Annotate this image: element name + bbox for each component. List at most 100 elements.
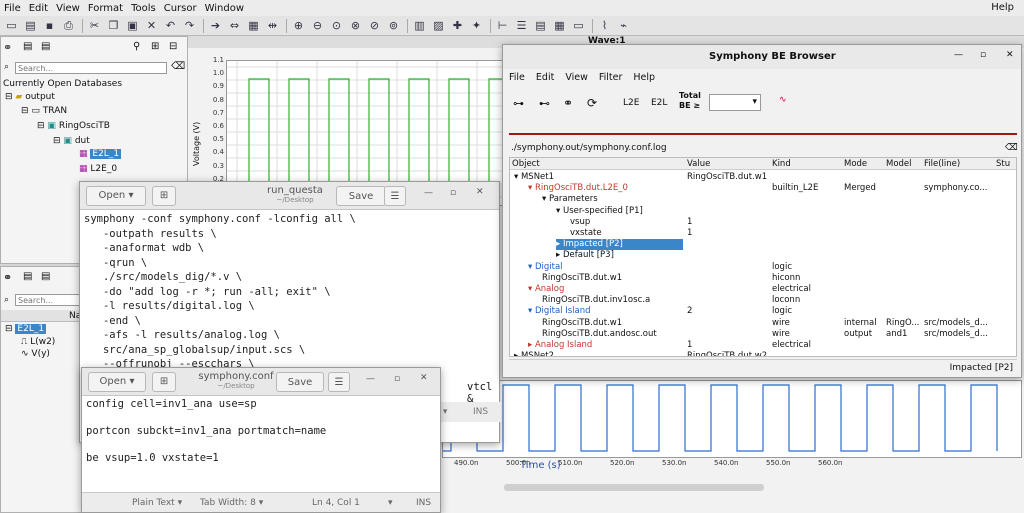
menu-cursor[interactable]: Cursor xyxy=(164,3,197,14)
table-row[interactable]: ▾ User-specified [P1] xyxy=(510,206,1016,217)
chevron-down-icon[interactable]: ▾ xyxy=(388,498,393,508)
signal-item[interactable]: ⎍ L(w2) xyxy=(21,337,55,347)
measure-icon[interactable]: ✚ xyxy=(449,18,466,33)
table-row[interactable]: ▾ Parameters xyxy=(510,194,1016,205)
tree-item-dut[interactable]: ⊟ ▣ dut xyxy=(53,136,90,146)
close-icon[interactable]: ✕ xyxy=(1006,50,1014,60)
column-value[interactable]: Value xyxy=(687,159,710,169)
hierarchy-icon[interactable]: ⊷ xyxy=(539,97,550,110)
paste-icon[interactable]: ▣ xyxy=(124,18,141,33)
table-row[interactable]: vxstate 1 xyxy=(510,228,1016,239)
clear-search-icon[interactable]: ⌫ xyxy=(171,61,185,72)
hamburger-menu-icon[interactable]: ☰ xyxy=(384,186,406,206)
panel-icon[interactable]: ▦ xyxy=(551,18,568,33)
collapse-icon[interactable]: ⊟ xyxy=(53,136,61,146)
signal-group-item[interactable]: ⊟ E2L_1 xyxy=(5,324,47,334)
maximize-icon[interactable]: ▫ xyxy=(394,374,400,384)
database-search-input[interactable] xyxy=(15,62,167,74)
tree-expand-icon[interactable]: ⊞ xyxy=(151,41,159,52)
table-row[interactable]: ▸ Impacted [P2] xyxy=(510,239,1016,251)
column-model[interactable]: Model xyxy=(886,159,912,169)
waveform-link-icon[interactable]: ∿ xyxy=(779,95,787,105)
move-icon[interactable]: ⇔ xyxy=(226,18,243,33)
menu-view[interactable]: View xyxy=(56,3,80,14)
redo-icon[interactable]: ↷ xyxy=(181,18,198,33)
collapse-icon[interactable]: ⊟ xyxy=(5,92,13,102)
tree-collapse-icon[interactable]: ⊟ xyxy=(169,41,177,52)
zoom-box-icon[interactable]: ⊚ xyxy=(385,18,402,33)
tree-item-l2e0[interactable]: ▦ L2E_0 xyxy=(79,164,117,174)
delete-icon[interactable]: ✕ xyxy=(143,18,160,33)
minimize-icon[interactable]: — xyxy=(954,50,963,60)
table-row[interactable]: ▸ MSNet2 RingOsciTB.dut.w2 xyxy=(510,351,1016,356)
table-row[interactable]: RingOsciTB.dut.inv1osc.a loconn xyxy=(510,295,1016,306)
lower-plot[interactable] xyxy=(442,380,1022,458)
close-icon[interactable]: ✕ xyxy=(476,187,484,197)
tree-item-output[interactable]: ⊟ ▰ output xyxy=(5,92,55,102)
browser-menu-edit[interactable]: Edit xyxy=(536,72,554,83)
minimize-icon[interactable]: — xyxy=(366,374,375,384)
binoculars-icon[interactable]: ⚭ xyxy=(563,96,573,110)
total-be-combobox[interactable]: ▾ xyxy=(709,94,761,111)
calculator-icon[interactable]: ▥ xyxy=(411,18,428,33)
collapse-icon[interactable]: ⊟ xyxy=(21,106,29,116)
save-button[interactable]: Save xyxy=(336,186,386,206)
menu-window[interactable]: Window xyxy=(205,3,244,14)
close-icon[interactable]: ✕ xyxy=(420,373,428,383)
tree-icon[interactable]: ⊶ xyxy=(513,97,524,110)
minimize-icon[interactable]: — xyxy=(424,188,433,198)
zoom-x-icon[interactable]: ⊗ xyxy=(347,18,364,33)
collapse-icon[interactable]: ⊟ xyxy=(37,121,45,131)
chevron-down-icon[interactable]: ▾ xyxy=(443,407,448,417)
column-mode[interactable]: Mode xyxy=(844,159,867,169)
tab-width-selector[interactable]: Tab Width: 8 ▾ xyxy=(200,498,263,508)
table-row[interactable]: RingOsciTB.dut.w1 wire internal RingO... src… xyxy=(510,318,1016,329)
analog-icon[interactable]: ⌇ xyxy=(596,18,613,33)
menu-tools[interactable]: Tools xyxy=(131,3,156,14)
split-icon[interactable]: ⇹ xyxy=(264,18,281,33)
table-row[interactable]: ▸ Analog Island 1 electrical xyxy=(510,340,1016,351)
menu-format[interactable]: Format xyxy=(88,3,123,14)
cut-icon[interactable]: ✂ xyxy=(86,18,103,33)
layout-toggle-icon[interactable]: ▤ xyxy=(23,271,32,282)
collapse-icon[interactable]: ⊟ xyxy=(5,324,13,334)
print-icon[interactable]: ⎙ xyxy=(60,18,77,33)
cursor-icon[interactable]: ⊢ xyxy=(494,18,511,33)
new-tab-button[interactable]: ⊞ xyxy=(152,371,176,392)
binoculars-icon[interactable]: ⚭ xyxy=(3,41,12,54)
column-status[interactable]: Stu xyxy=(996,159,1010,169)
column-file-line[interactable]: File(line) xyxy=(924,159,960,169)
chart-icon[interactable]: ▨ xyxy=(430,18,447,33)
filter-icon[interactable]: ⚲ xyxy=(133,41,140,52)
l2e-button[interactable]: L2E xyxy=(623,98,639,108)
collapse-pane-icon[interactable]: ⌫ xyxy=(1005,143,1018,153)
layout-toggle-icon[interactable]: ▤ xyxy=(23,41,32,52)
open-folder-icon[interactable]: ▤ xyxy=(22,18,39,33)
save-icon[interactable]: ▪ xyxy=(41,18,58,33)
stack-icon[interactable]: ☰ xyxy=(513,18,530,33)
table-row[interactable]: RingOsciTB.dut.w1 hiconn xyxy=(510,273,1016,284)
table-row[interactable]: RingOsciTB.dut.andosc.out wire output and1 s… xyxy=(510,329,1016,340)
menu-file[interactable]: File xyxy=(4,3,21,14)
table-row[interactable]: ▸ Default [P3] xyxy=(510,250,1016,261)
layout-toggle2-icon[interactable]: ▤ xyxy=(41,271,50,282)
table-row[interactable]: ▾ Digital logic xyxy=(510,262,1016,273)
zoom-out-icon[interactable]: ⊖ xyxy=(309,18,326,33)
undo-icon[interactable]: ↶ xyxy=(162,18,179,33)
browser-menu-filter[interactable]: Filter xyxy=(599,72,623,83)
layout-toggle2-icon[interactable]: ▤ xyxy=(41,41,50,52)
digital-icon[interactable]: ⌁ xyxy=(615,18,632,33)
menu-help[interactable]: Help xyxy=(991,2,1014,13)
zoom-in-icon[interactable]: ⊕ xyxy=(290,18,307,33)
tree-item-e2l1[interactable]: ▦ E2L_1 xyxy=(79,149,122,159)
table-row[interactable]: ▾ MSNet1 RingOsciTB.dut.w1 xyxy=(510,172,1016,183)
window-icon[interactable]: ▭ xyxy=(570,18,587,33)
maximize-icon[interactable]: ▫ xyxy=(980,50,986,60)
refresh-icon[interactable]: ⟳ xyxy=(587,96,597,110)
signal-item[interactable]: ∿ V(y) xyxy=(21,349,50,359)
zoom-y-icon[interactable]: ⊘ xyxy=(366,18,383,33)
browser-menu-view[interactable]: View xyxy=(565,72,588,83)
script-text[interactable]: symphony -conf symphony.conf -lconfig al… xyxy=(80,210,499,388)
maximize-icon[interactable]: ▫ xyxy=(450,188,456,198)
menu-edit[interactable]: Edit xyxy=(29,3,48,14)
